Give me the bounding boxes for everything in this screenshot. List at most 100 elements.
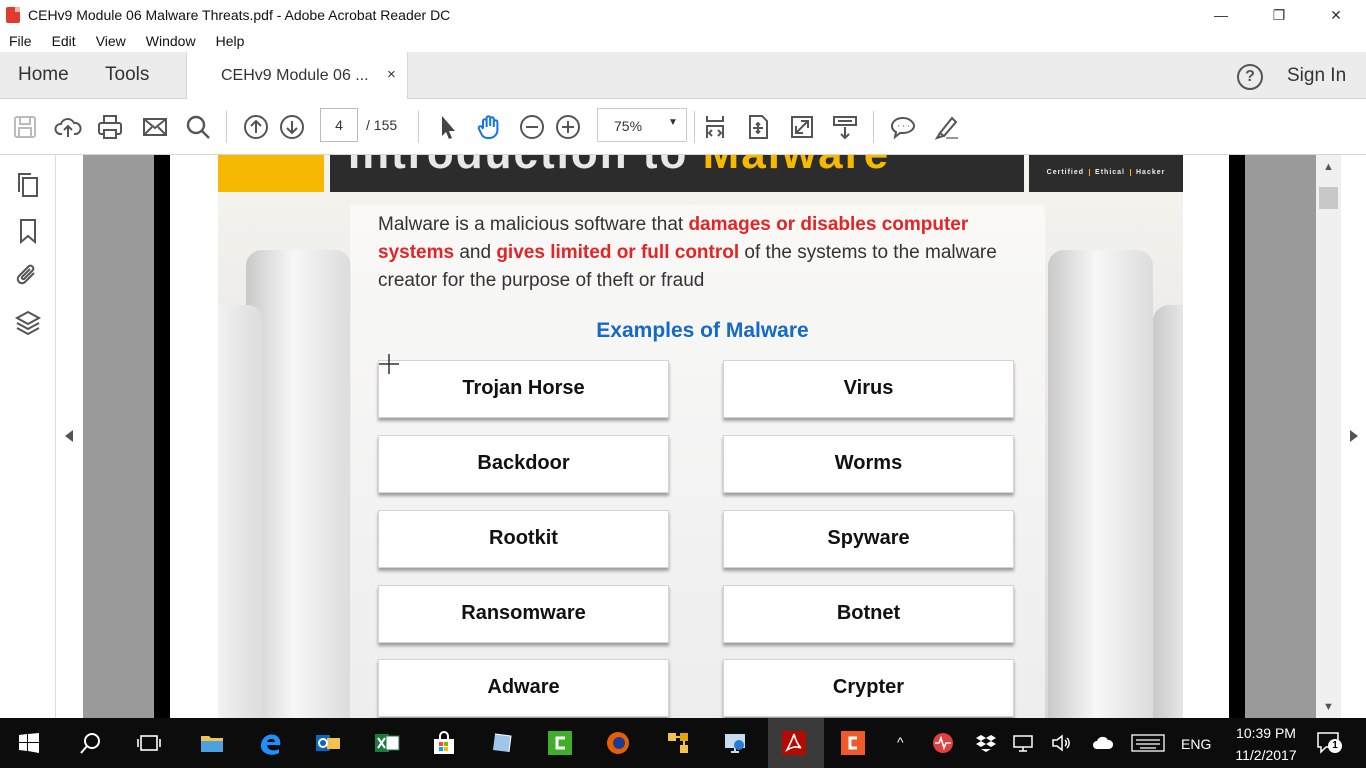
save-icon[interactable]: [8, 110, 42, 144]
outlook-icon[interactable]: [315, 730, 341, 756]
slide-title-part: Introduction to: [348, 155, 688, 178]
excel-icon[interactable]: [374, 730, 400, 756]
windows-start-icon[interactable]: [18, 732, 40, 754]
file-explorer-icon[interactable]: [199, 730, 225, 756]
malware-example-box: Backdoor: [378, 435, 669, 493]
malware-example-box: Adware: [378, 659, 669, 717]
page-number-input[interactable]: 4: [320, 108, 358, 142]
keyboard-icon[interactable]: [1131, 732, 1165, 754]
intro-paragraph: Malware is a malicious software that dam…: [378, 211, 1028, 295]
background-pillar: [1153, 305, 1183, 718]
attachment-icon[interactable]: [14, 261, 42, 289]
next-page-icon[interactable]: [275, 110, 309, 144]
acrobat-pdf-icon: [6, 7, 20, 23]
hand-tool-icon[interactable]: [472, 110, 506, 144]
show-hidden-icons-chevron-icon[interactable]: ^: [897, 734, 904, 750]
recorder-app-icon[interactable]: [840, 730, 866, 756]
menu-file[interactable]: File: [0, 33, 42, 49]
scroll-mode-icon[interactable]: [828, 110, 862, 144]
page-edge-left: [154, 155, 170, 718]
menu-view[interactable]: View: [86, 33, 136, 49]
menu-bar: File Edit View Window Help: [0, 30, 1366, 52]
vertical-scrollbar[interactable]: ▲ ▼: [1316, 155, 1341, 718]
windows-taskbar: ^ ENG 10:39 PM 11/2/2017 1: [0, 718, 1366, 768]
remote-desktop-icon[interactable]: [722, 730, 748, 756]
chevron-down-icon[interactable]: ▼: [668, 117, 678, 128]
minimize-button[interactable]: —: [1198, 0, 1244, 30]
menu-help[interactable]: Help: [206, 33, 255, 49]
slide-title-banner: Introduction to Malware: [330, 155, 1024, 192]
select-cursor-icon[interactable]: [430, 110, 464, 144]
camtasia-icon[interactable]: [547, 730, 573, 756]
network-tool-icon[interactable]: [665, 730, 691, 756]
menu-window[interactable]: Window: [136, 33, 206, 49]
search-icon[interactable]: [181, 110, 215, 144]
virtualbox-icon[interactable]: [489, 730, 515, 756]
layers-icon[interactable]: [14, 308, 42, 336]
sign-in-link[interactable]: Sign In: [1287, 65, 1346, 87]
help-icon[interactable]: ?: [1237, 64, 1263, 90]
toolbar-divider: [418, 111, 419, 143]
dropbox-icon[interactable]: [975, 732, 997, 754]
toolbar-divider: [226, 111, 227, 143]
right-pane-toggle[interactable]: [1341, 155, 1366, 718]
volume-icon[interactable]: [1050, 732, 1072, 754]
scroll-up-icon[interactable]: ▲: [1323, 161, 1334, 173]
bookmark-icon[interactable]: [14, 217, 42, 245]
rotate-page-icon[interactable]: [741, 110, 775, 144]
full-screen-icon[interactable]: [785, 110, 819, 144]
logo-word: Hacker: [1136, 169, 1166, 176]
slide-title-highlight: Malware: [703, 155, 891, 178]
zoom-select[interactable]: 75% ▼: [597, 108, 687, 142]
ceh-logo: Certified Ethical Hacker: [1029, 155, 1183, 192]
action-center-icon[interactable]: 1: [1316, 731, 1342, 755]
zoom-value: 75%: [614, 118, 643, 134]
clock-date: 11/2/2017: [1235, 747, 1297, 763]
examples-heading-text: Examples of Malware: [596, 319, 809, 342]
zoom-in-icon[interactable]: [551, 110, 585, 144]
menu-edit[interactable]: Edit: [42, 33, 86, 49]
banner-accent: [218, 155, 324, 192]
search-taskbar-icon[interactable]: [78, 730, 104, 756]
acrobat-reader-icon[interactable]: [781, 730, 807, 756]
onedrive-cloud-icon[interactable]: [1092, 732, 1114, 754]
chevron-right-icon: [1350, 430, 1358, 442]
toolbar-divider: [873, 111, 874, 143]
malware-example-box: Worms: [723, 435, 1014, 493]
close-window-button[interactable]: ✕: [1313, 0, 1359, 30]
fit-page-icon[interactable]: [698, 110, 732, 144]
zoom-out-icon[interactable]: [515, 110, 549, 144]
window-title: CEHv9 Module 06 Malware Threats.pdf - Ad…: [28, 7, 451, 23]
store-icon[interactable]: [431, 730, 457, 756]
highlight-pen-icon[interactable]: [929, 110, 963, 144]
edge-browser-icon[interactable]: [257, 730, 283, 756]
title-bar: CEHv9 Module 06 Malware Threats.pdf - Ad…: [0, 0, 1366, 30]
clock-time: 10:39 PM: [1236, 725, 1296, 741]
upload-cloud-icon[interactable]: [51, 110, 85, 144]
comment-icon[interactable]: [886, 110, 920, 144]
system-clock[interactable]: 10:39 PM 11/2/2017: [1226, 722, 1306, 766]
logo-caption: Certified Ethical Hacker: [1029, 169, 1183, 176]
print-icon[interactable]: [93, 110, 127, 144]
firefox-icon[interactable]: [605, 730, 631, 756]
activity-monitor-icon[interactable]: [932, 732, 954, 754]
scroll-thumb[interactable]: [1319, 187, 1338, 209]
examples-heading: Examples of Malware: [218, 319, 1183, 343]
intro-text: and: [454, 242, 497, 263]
scroll-down-icon[interactable]: ▼: [1323, 701, 1334, 713]
background-pillar: [218, 305, 263, 718]
tab-home[interactable]: Home: [18, 52, 69, 99]
network-icon[interactable]: [1012, 732, 1034, 754]
previous-page-icon[interactable]: [239, 110, 273, 144]
input-language[interactable]: ENG: [1181, 736, 1211, 752]
left-pane-toggle[interactable]: [56, 155, 83, 718]
page-thumbnails-icon[interactable]: [14, 171, 42, 199]
tab-tools[interactable]: Tools: [105, 52, 149, 99]
task-view-icon[interactable]: [136, 730, 162, 756]
malware-example-box: Rootkit: [378, 510, 669, 568]
tab-close-icon[interactable]: ×: [387, 66, 396, 83]
tab-bar: Home Tools CEHv9 Module 06 ... ×: [0, 52, 1366, 100]
restore-button[interactable]: ❐: [1256, 0, 1302, 30]
email-icon[interactable]: [138, 110, 172, 144]
tab-document[interactable]: CEHv9 Module 06 ... ×: [186, 52, 408, 100]
